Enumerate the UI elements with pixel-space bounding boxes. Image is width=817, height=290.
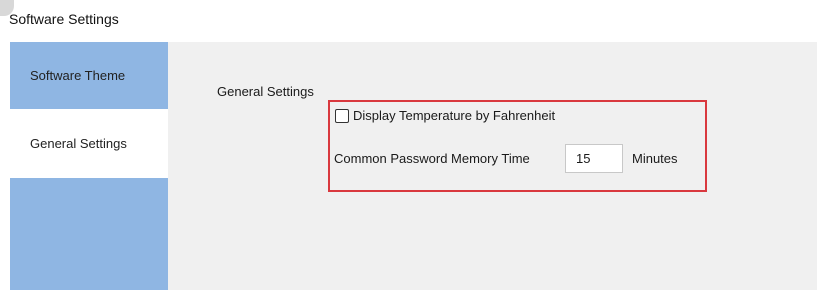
minutes-unit-label: Minutes (632, 151, 678, 166)
fahrenheit-checkbox[interactable] (335, 108, 349, 123)
sidebar-item-general-settings[interactable]: General Settings (10, 109, 168, 178)
settings-content-panel: General Settings Display Temperature by … (168, 42, 817, 290)
window-title: Software Settings (9, 11, 119, 27)
sidebar-item-label: General Settings (30, 136, 127, 151)
password-memory-input[interactable] (565, 144, 623, 173)
fahrenheit-checkbox-label[interactable]: Display Temperature by Fahrenheit (353, 108, 555, 123)
fahrenheit-checkbox-row[interactable]: Display Temperature by Fahrenheit (335, 108, 555, 123)
settings-window: Software Settings Software Theme General… (0, 0, 817, 290)
section-title: General Settings (217, 84, 314, 99)
password-memory-label: Common Password Memory Time (334, 151, 530, 166)
sidebar: Software Theme General Settings (10, 42, 168, 290)
sidebar-item-label: Software Theme (30, 68, 126, 83)
sidebar-item-software-theme[interactable]: Software Theme (10, 42, 168, 109)
